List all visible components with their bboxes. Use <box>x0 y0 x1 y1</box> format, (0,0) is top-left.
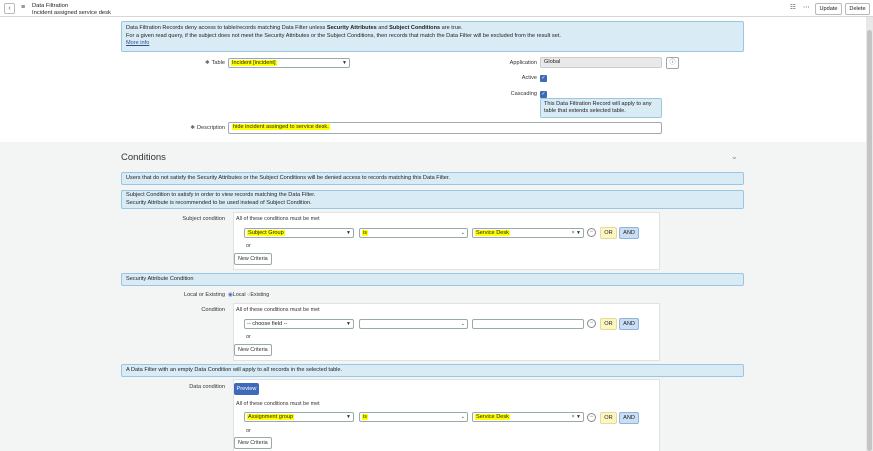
chevron-down-icon: ▼ <box>346 414 351 420</box>
form-title: Data Filtration Incident assigned servic… <box>32 3 111 16</box>
or-text: or <box>246 428 251 434</box>
form-header: ‹ ≡ Data Filtration Incident assigned se… <box>0 0 873 17</box>
application-label: Application <box>509 60 537 66</box>
clear-dropdown-icon[interactable]: × ▼ <box>572 229 581 237</box>
back-icon[interactable]: ‹ <box>4 3 15 14</box>
conditions-title: Conditions <box>121 152 166 163</box>
cascading-label: Cascading <box>510 91 537 97</box>
chevron-down-icon: ▼ <box>342 60 347 66</box>
and-button[interactable]: AND <box>619 227 639 239</box>
empty-condition-bar: A Data Filter with an empty Data Conditi… <box>121 364 744 377</box>
active-label: Active <box>521 75 537 81</box>
remove-condition-icon[interactable]: − <box>587 228 596 237</box>
local-existing-label: Local or Existing <box>183 292 225 298</box>
or-text: or <box>246 334 251 340</box>
subject-value-select[interactable]: Service Desk × ▼ <box>472 228 584 238</box>
active-checkbox[interactable]: ✓ <box>540 75 547 82</box>
security-attribute-bar: Security Attribute Condition <box>121 273 744 286</box>
cascading-hint: This Data Filtration Record will apply t… <box>540 98 662 118</box>
remove-condition-icon[interactable]: − <box>587 413 596 422</box>
all-conditions-text: All of these conditions must be met <box>236 401 320 407</box>
all-conditions-text: All of these conditions must be met <box>236 216 320 222</box>
info-icon[interactable]: ⓘ <box>666 57 679 69</box>
remove-condition-icon[interactable]: − <box>587 319 596 328</box>
info-line-2: For a given read query, if the subject d… <box>126 32 561 39</box>
or-text: or <box>246 243 251 249</box>
application-field: Global <box>540 57 662 68</box>
conditions-info-1: Users that do not satisfy the Security A… <box>121 172 744 185</box>
data-condition-label: Data condition <box>189 384 225 390</box>
chevron-down-icon: ▼ <box>346 321 351 327</box>
chevron-down-icon: ▼ <box>346 230 351 236</box>
subject-condition-label: Subject condition <box>182 216 225 222</box>
subject-field-select[interactable]: Subject Group ▼ <box>244 228 354 238</box>
or-button[interactable]: OR <box>600 318 617 330</box>
cascading-checkbox[interactable]: ✓ <box>540 91 547 98</box>
data-value-select[interactable]: Service Desk × ▼ <box>472 412 584 422</box>
update-button[interactable]: Update <box>815 3 842 15</box>
description-field[interactable]: hide incident assinged to service desk. <box>228 122 662 134</box>
conditions-info-2: Subject Condition to satisfy in order to… <box>121 190 744 209</box>
data-field-select[interactable]: Assignment group ▼ <box>244 412 354 422</box>
more-options-icon[interactable]: ⋯ <box>803 4 810 12</box>
condition-label: Condition <box>201 307 225 313</box>
menu-icon[interactable]: ≡ <box>21 3 25 13</box>
record-name: Incident assigned service desk <box>32 9 111 16</box>
description-label: ✱ Description <box>190 125 225 131</box>
data-operator-select[interactable]: is ⌄ <box>359 412 468 422</box>
info-message: Data Filtration Records deny access to t… <box>121 21 744 52</box>
settings-icon[interactable]: ☷ <box>790 4 796 12</box>
chevron-down-icon: ⌄ <box>460 230 465 236</box>
subject-operator-select[interactable]: is ⌄ <box>359 228 468 238</box>
collapse-chevron-icon[interactable]: ⌄ <box>731 152 738 161</box>
table-select[interactable]: Incident [incident] ▼ <box>228 58 350 68</box>
table-label: ✱ Table <box>204 60 225 66</box>
operator-select[interactable]: ⌄ <box>359 319 468 329</box>
value-input[interactable] <box>472 319 584 329</box>
clear-dropdown-icon[interactable]: × ▼ <box>572 413 581 421</box>
chevron-down-icon: ⌄ <box>460 321 465 327</box>
preview-button[interactable]: Preview <box>234 383 259 395</box>
delete-button[interactable]: Delete <box>845 3 870 15</box>
and-button[interactable]: AND <box>619 318 639 330</box>
new-criteria-button[interactable]: New Criteria <box>234 437 272 449</box>
scrollbar-thumb[interactable] <box>867 30 872 451</box>
chevron-down-icon: ⌄ <box>460 414 465 420</box>
new-criteria-button[interactable]: New Criteria <box>234 344 272 356</box>
more-info-link[interactable]: More info <box>126 40 739 48</box>
and-button[interactable]: AND <box>619 412 639 424</box>
all-conditions-text: All of these conditions must be met <box>236 307 320 313</box>
local-existing-radios[interactable]: ◉Local ○Existing <box>228 292 269 299</box>
choose-field-select[interactable]: -- choose field -- ▼ <box>244 319 354 329</box>
new-criteria-button[interactable]: New Criteria <box>234 253 272 265</box>
info-line-1: Data Filtration Records deny access to t… <box>126 25 463 31</box>
or-button[interactable]: OR <box>600 412 617 424</box>
or-button[interactable]: OR <box>600 227 617 239</box>
